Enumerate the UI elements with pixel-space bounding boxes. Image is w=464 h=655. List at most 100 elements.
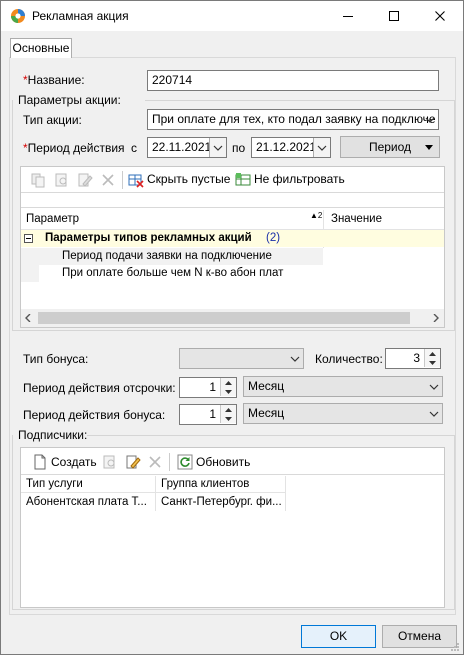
- collapse-icon[interactable]: [24, 234, 33, 243]
- dropdown-arrow-icon: [425, 145, 433, 150]
- bonus-type-select[interactable]: [179, 348, 304, 369]
- horizontal-scrollbar[interactable]: [21, 309, 444, 327]
- toolbar-separator: [122, 171, 123, 189]
- grid-group-row[interactable]: Параметры типов рекламных акций (2): [21, 230, 444, 247]
- col-header-value[interactable]: Значение: [331, 211, 382, 228]
- bonus-unit-select[interactable]: Месяц: [243, 403, 443, 424]
- col-header-service-type[interactable]: Тип услуги: [26, 476, 83, 493]
- no-filter-button[interactable]: Не фильтровать: [254, 172, 345, 186]
- minimize-icon: [343, 16, 353, 17]
- col-header-param[interactable]: Параметр: [26, 211, 79, 228]
- param-cell: Период подачи заявки на подключение: [62, 250, 272, 262]
- params-group-label: Параметры акции:: [18, 93, 121, 107]
- spin-down-icon[interactable]: [220, 387, 236, 396]
- scroll-right-icon[interactable]: [433, 314, 439, 322]
- chevron-down-icon: [425, 404, 442, 423]
- subscribers-panel: Создать Обновить Тип услуги Группа клиен…: [20, 447, 445, 608]
- period-from-date[interactable]: 22.11.2021: [147, 137, 227, 158]
- quantity-label: Количество:: [315, 352, 383, 366]
- spin-down-icon[interactable]: [424, 358, 440, 367]
- chevron-down-icon: [425, 377, 442, 396]
- ok-button[interactable]: OK: [301, 625, 376, 648]
- deferral-period-stepper[interactable]: 1: [179, 377, 237, 398]
- toolbar-divider: [21, 474, 444, 475]
- table-row[interactable]: При оплате больше чем N к-во абон плат: [21, 265, 444, 282]
- period-label: *Период действия: [23, 141, 125, 155]
- action-type-label: Тип акции:: [23, 113, 82, 127]
- sort-indicator: ▲2: [310, 211, 323, 220]
- bonus-type-label: Тип бонуса:: [23, 352, 89, 366]
- action-type-select[interactable]: При оплате для тех, кто подал заявку на …: [147, 109, 439, 130]
- period-from-value: 22.11.2021: [152, 140, 212, 154]
- bonus-period-value: 1: [209, 407, 216, 421]
- edit-icon[interactable]: [77, 172, 93, 188]
- dialog-window: Рекламная акция Основные *Название: 2207…: [0, 0, 464, 655]
- header-divider: [21, 492, 285, 493]
- action-type-value: При оплате для тех, кто подал заявку на …: [152, 112, 436, 126]
- bonus-period-stepper[interactable]: 1: [179, 404, 237, 425]
- deferral-unit-select[interactable]: Месяц: [243, 376, 443, 397]
- minimize-button[interactable]: [325, 1, 371, 31]
- refresh-icon: [177, 454, 193, 470]
- bonus-period-label: Период действия бонуса:: [23, 408, 166, 422]
- subscribers-group-line: [87, 435, 455, 436]
- ok-button-label: OK: [329, 629, 348, 643]
- refresh-button[interactable]: Обновить: [196, 455, 250, 469]
- group-label: Параметры типов рекламных акций: [45, 232, 252, 244]
- deferral-period-label: Период действия отсрочки:: [23, 381, 176, 395]
- scrollbar-thumb[interactable]: [38, 312, 410, 324]
- delete-icon[interactable]: [100, 172, 116, 188]
- maximize-button[interactable]: [371, 1, 417, 31]
- period-to-date[interactable]: 21.12.2021: [251, 137, 331, 158]
- find-icon[interactable]: [102, 454, 118, 470]
- spin-down-icon[interactable]: [220, 414, 236, 423]
- subscribers-group-label: Подписчики:: [18, 428, 88, 442]
- quantity-value: 3: [413, 351, 420, 365]
- chevron-down-icon: [286, 349, 303, 368]
- chevron-down-icon[interactable]: [209, 138, 226, 157]
- filter-row-divider: [21, 207, 444, 208]
- deferral-period-value: 1: [209, 380, 216, 394]
- resize-grip-icon[interactable]: [450, 642, 460, 652]
- cancel-button[interactable]: Отмена: [382, 625, 457, 648]
- grid-header: Параметр ▲2 Значение: [21, 210, 444, 229]
- tab-main[interactable]: Основные: [10, 38, 72, 58]
- param-cell: При оплате больше чем N к-во абон плат: [62, 267, 284, 279]
- bonus-unit-value: Месяц: [248, 406, 285, 420]
- new-document-icon: [34, 454, 46, 470]
- app-icon: [11, 9, 25, 23]
- delete-icon[interactable]: [147, 454, 163, 470]
- period-button[interactable]: Период: [340, 136, 440, 158]
- quantity-stepper[interactable]: 3: [385, 348, 441, 369]
- toolbar-separator: [169, 453, 170, 471]
- find-icon[interactable]: [54, 172, 70, 188]
- group-count: (2): [266, 232, 281, 244]
- table-row[interactable]: Период подачи заявки на подключение: [21, 248, 444, 265]
- spin-up-icon[interactable]: [220, 405, 236, 414]
- period-from-label: с: [131, 141, 137, 155]
- column-separator: [285, 476, 286, 511]
- copy-icon[interactable]: [30, 172, 46, 188]
- close-button[interactable]: [417, 1, 463, 31]
- title-bar: Рекламная акция: [1, 1, 463, 31]
- edit-icon[interactable]: [125, 454, 141, 470]
- toolbar-divider: [21, 192, 444, 193]
- client-group-cell: Санкт-Петербург. фи...: [161, 496, 282, 508]
- params-group-line: [145, 100, 455, 101]
- name-field[interactable]: 220714: [147, 70, 439, 91]
- create-button[interactable]: Создать: [51, 455, 97, 469]
- name-label: *Название:: [23, 73, 85, 87]
- spin-up-icon[interactable]: [424, 349, 440, 358]
- hide-empty-button[interactable]: Скрыть пустые: [147, 172, 230, 186]
- table-row[interactable]: Абонентская плата Т... Санкт-Петербург. …: [21, 494, 285, 511]
- tab-main-label: Основные: [12, 41, 70, 55]
- cancel-button-label: Отмена: [397, 629, 442, 643]
- col-header-client-group[interactable]: Группа клиентов: [161, 476, 249, 493]
- chevron-down-icon[interactable]: [313, 138, 330, 157]
- scroll-left-icon[interactable]: [25, 314, 31, 322]
- maximize-icon: [389, 11, 399, 21]
- spin-up-icon[interactable]: [220, 378, 236, 387]
- params-panel: Скрыть пустые Не фильтровать Параметр ▲2…: [20, 166, 445, 328]
- hide-empty-icon: [128, 174, 144, 188]
- window-title: Рекламная акция: [32, 9, 129, 23]
